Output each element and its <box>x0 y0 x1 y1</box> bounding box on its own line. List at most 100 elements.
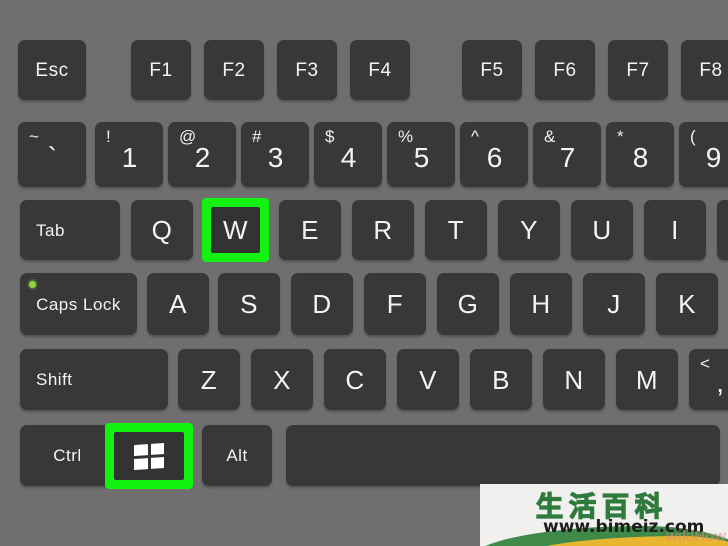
key-alt[interactable]: Alt <box>202 425 272 486</box>
key-x-label: X <box>273 364 291 395</box>
key-y[interactable]: Y <box>498 200 560 260</box>
keyboard-screenshot: Esc F1 F2 F3 F4 F5 F6 F7 F8 ~ ` ! 1 @ 2 … <box>0 0 728 546</box>
key-q-label: Q <box>151 215 173 245</box>
key-caps-lock-label: Caps Lock <box>36 294 121 314</box>
key-5[interactable]: % 5 <box>387 122 455 187</box>
key-v[interactable]: V <box>397 349 459 410</box>
key-alt-label: Alt <box>226 446 248 465</box>
key-c[interactable]: C <box>324 349 386 410</box>
key-tab[interactable]: Tab <box>20 200 120 260</box>
key-8-label: 8 <box>632 142 649 174</box>
key-r[interactable]: R <box>352 200 414 260</box>
key-f2[interactable]: F2 <box>204 40 264 100</box>
key-3-label: 3 <box>267 142 284 174</box>
key-m[interactable]: M <box>616 349 678 410</box>
key-tab-label: Tab <box>36 220 65 240</box>
key-f4-label: F4 <box>368 59 392 81</box>
key-6-shift-label: ^ <box>471 127 479 146</box>
key-6[interactable]: ^ 6 <box>460 122 528 187</box>
key-1[interactable]: ! 1 <box>95 122 163 187</box>
key-q[interactable]: Q <box>131 200 193 260</box>
key-6-label: 6 <box>486 142 503 174</box>
watermark-ghost-text: wikiHow <box>665 528 726 545</box>
key-f1[interactable]: F1 <box>131 40 191 100</box>
key-2[interactable]: @ 2 <box>168 122 236 187</box>
key-f6[interactable]: F6 <box>535 40 595 100</box>
key-h[interactable]: H <box>510 273 572 335</box>
caps-lock-led-icon <box>29 281 36 288</box>
key-d[interactable]: D <box>291 273 353 335</box>
key-o-partial[interactable] <box>717 200 728 260</box>
key-9[interactable]: ( 9 <box>679 122 728 187</box>
key-u[interactable]: U <box>571 200 633 260</box>
key-shift-label: Shift <box>36 370 73 389</box>
key-k[interactable]: K <box>656 273 718 335</box>
key-f7[interactable]: F7 <box>608 40 668 100</box>
key-f-label: F <box>386 289 404 319</box>
key-g-label: G <box>457 289 479 319</box>
key-x[interactable]: X <box>251 349 313 410</box>
key-5-shift-label: % <box>398 127 414 146</box>
key-ctrl[interactable]: Ctrl <box>20 425 115 486</box>
key-7-label: 7 <box>559 142 576 174</box>
key-z[interactable]: Z <box>178 349 240 410</box>
key-t-label: T <box>447 215 465 245</box>
key-g[interactable]: G <box>437 273 499 335</box>
key-h-label: H <box>531 289 551 319</box>
key-windows-inner <box>114 432 184 480</box>
key-7-shift-label: & <box>544 127 556 146</box>
key-3[interactable]: # 3 <box>241 122 309 187</box>
key-j[interactable]: J <box>583 273 645 335</box>
key-z-label: Z <box>200 364 218 395</box>
key-esc[interactable]: Esc <box>18 40 86 100</box>
key-caps-lock[interactable]: Caps Lock <box>20 273 137 335</box>
key-w-label: W <box>222 215 249 245</box>
key-f5[interactable]: F5 <box>462 40 522 100</box>
watermark: 生活百科 www.bimeiz.com wikiHow <box>480 484 728 546</box>
key-shift[interactable]: Shift <box>20 349 168 410</box>
key-i[interactable]: I <box>644 200 706 260</box>
key-comma[interactable]: < , <box>689 349 728 410</box>
key-backtick[interactable]: ~ ` <box>18 122 86 187</box>
key-b[interactable]: B <box>470 349 532 410</box>
windows-logo-icon <box>134 442 164 470</box>
key-f3[interactable]: F3 <box>277 40 337 100</box>
key-w[interactable]: W <box>202 198 269 262</box>
key-y-label: Y <box>520 215 538 245</box>
key-space[interactable] <box>286 425 720 486</box>
key-w-inner: W <box>211 207 260 253</box>
key-f[interactable]: F <box>364 273 426 335</box>
key-r-label: R <box>373 215 393 245</box>
key-4-shift-label: $ <box>325 127 335 146</box>
key-4[interactable]: $ 4 <box>314 122 382 187</box>
key-8-shift-label: * <box>617 127 624 146</box>
key-m-label: M <box>635 364 659 395</box>
key-u-label: U <box>592 215 612 245</box>
key-f6-label: F6 <box>553 59 577 81</box>
key-comma-label: , <box>716 366 725 398</box>
key-c-label: C <box>345 364 365 395</box>
key-n[interactable]: N <box>543 349 605 410</box>
key-a[interactable]: A <box>147 273 209 335</box>
key-v-label: V <box>419 364 437 395</box>
key-7[interactable]: & 7 <box>533 122 601 187</box>
key-backtick-shift-label: ~ <box>29 127 39 146</box>
key-9-shift-label: ( <box>690 127 696 146</box>
key-windows[interactable] <box>105 423 193 489</box>
key-ctrl-label: Ctrl <box>53 446 82 465</box>
key-f7-label: F7 <box>626 59 650 81</box>
key-s[interactable]: S <box>218 273 280 335</box>
key-f2-label: F2 <box>222 59 246 81</box>
key-3-shift-label: # <box>252 127 262 146</box>
key-f3-label: F3 <box>295 59 319 81</box>
key-e-label: E <box>301 215 319 245</box>
key-f4[interactable]: F4 <box>350 40 410 100</box>
key-8[interactable]: * 8 <box>606 122 674 187</box>
key-t[interactable]: T <box>425 200 487 260</box>
key-esc-label: Esc <box>35 59 69 81</box>
key-2-label: 2 <box>194 142 211 174</box>
key-f8[interactable]: F8 <box>681 40 728 100</box>
key-e[interactable]: E <box>279 200 341 260</box>
key-9-label: 9 <box>705 142 722 174</box>
key-k-label: K <box>678 289 696 319</box>
